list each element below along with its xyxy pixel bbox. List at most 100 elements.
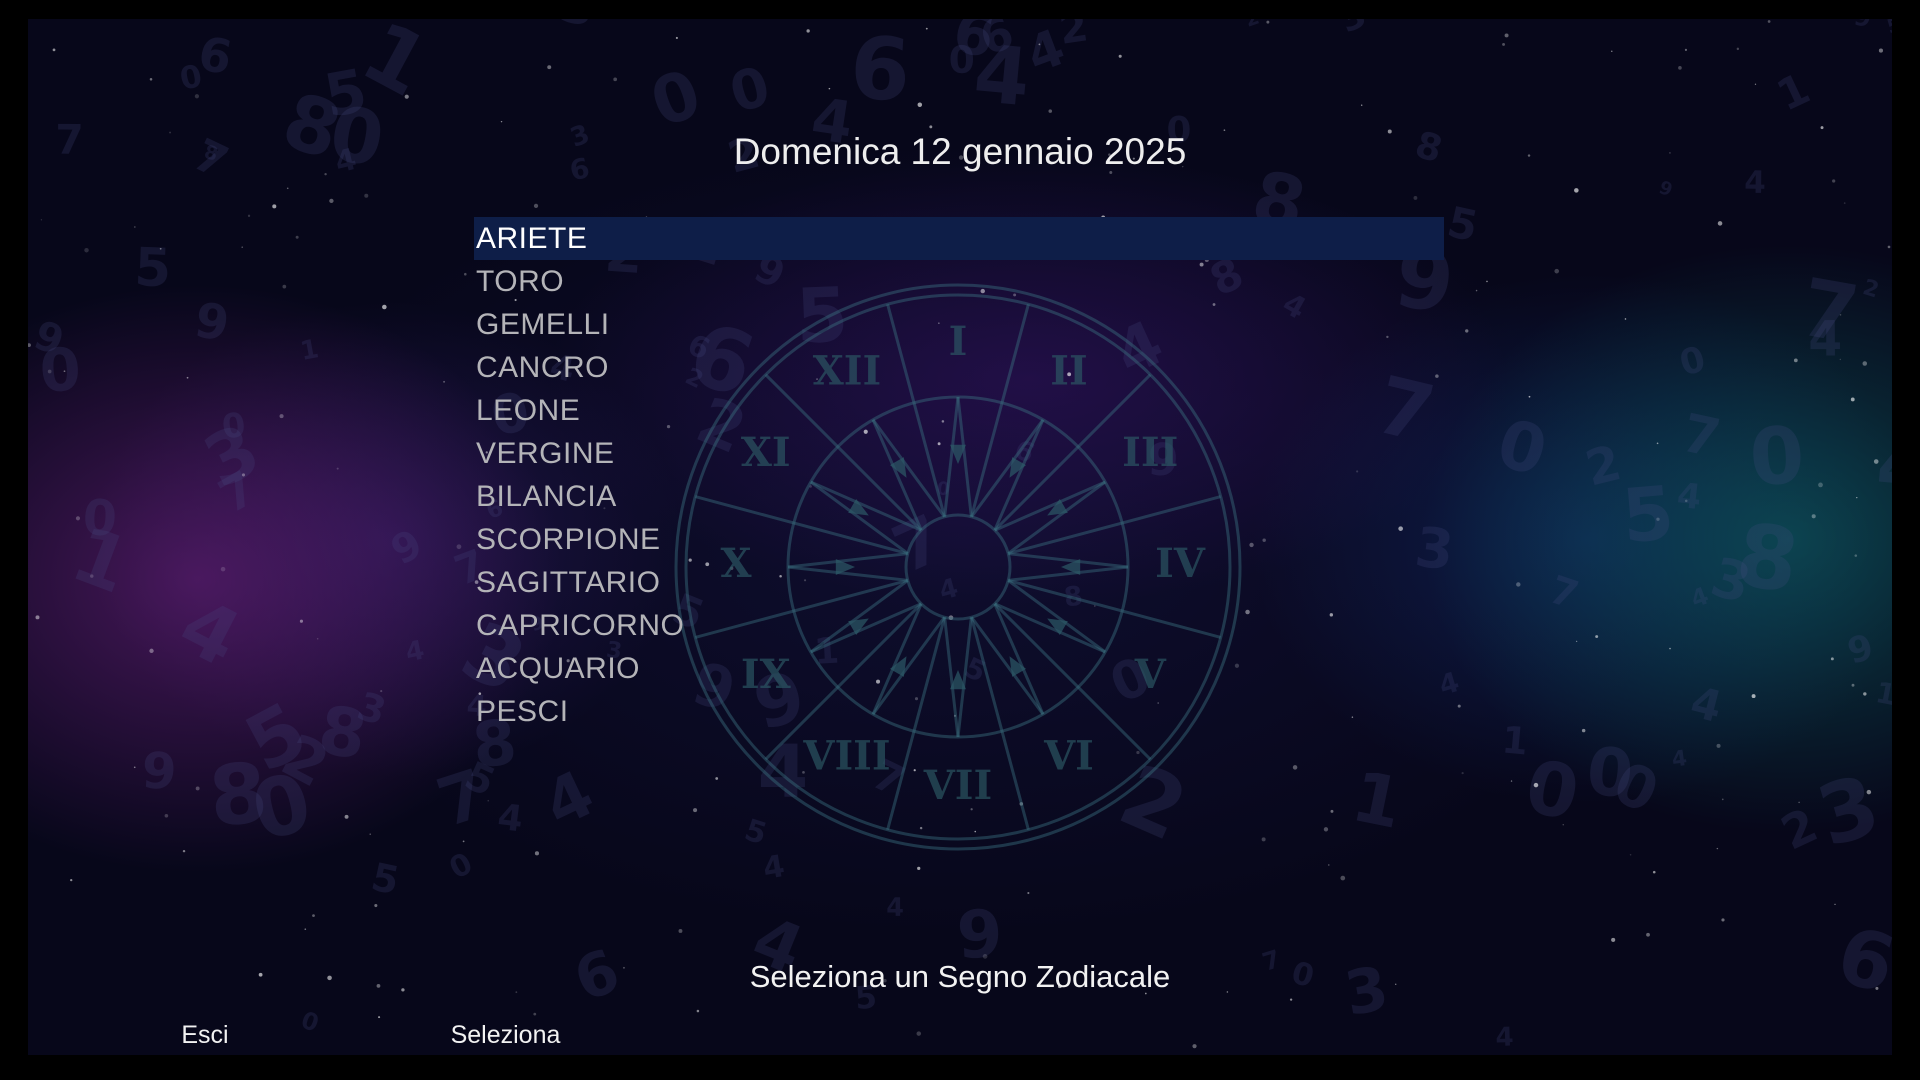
background-digit: 5: [1884, 19, 1892, 38]
background-star: [1575, 640, 1578, 643]
tv-screen: 4444154724464286290408010147780969786441…: [0, 0, 1920, 1080]
background-star: [806, 29, 810, 33]
background-star: [1461, 772, 1464, 775]
wheel-numeral: VIII: [802, 732, 890, 779]
select-button-label: Seleziona: [450, 1021, 561, 1049]
background-star: [1854, 554, 1858, 557]
background-star: [1767, 20, 1771, 23]
background-star: [1516, 582, 1521, 587]
background-star: [299, 619, 303, 623]
background-star: [35, 615, 40, 620]
zodiac-sign-list[interactable]: ARIETE TORO GEMELLI CANCRO LEONE VERGINE…: [474, 217, 1444, 733]
background-digit: 4: [1873, 419, 1892, 516]
select-button[interactable]: Seleziona: [360, 1019, 651, 1055]
background-digit: 1: [298, 334, 321, 367]
background-digit: 7: [1794, 261, 1865, 362]
sign-item-acquario[interactable]: ACQUARIO: [474, 647, 1444, 690]
background-star: [1360, 104, 1363, 106]
background-star: [1684, 499, 1688, 503]
background-star: [133, 766, 136, 769]
background-star: [1118, 54, 1122, 58]
background-star: [464, 272, 467, 276]
background-digit: 7: [1544, 567, 1584, 618]
sign-item-gemelli[interactable]: GEMELLI: [474, 303, 1444, 346]
exit-button[interactable]: Esci: [61, 1019, 349, 1055]
background-digit: 0: [81, 489, 118, 548]
background-digit: 4: [165, 581, 253, 685]
background-star: [1562, 824, 1564, 826]
background-digit: 4: [533, 757, 605, 843]
background-star: [1340, 875, 1346, 881]
background-digit: 5: [367, 855, 403, 905]
horoscope-panel: 4444154724464286290408010147780969786441…: [28, 19, 1892, 1055]
background-star: [1798, 801, 1800, 804]
background-star: [675, 36, 678, 40]
background-star: [1554, 268, 1560, 274]
background-star: [1504, 33, 1509, 38]
background-star: [40, 219, 43, 221]
background-star: [1330, 809, 1334, 813]
background-star: [547, 65, 552, 70]
background-star: [1832, 179, 1836, 183]
sign-item-sagittario[interactable]: SAGITTARIO: [474, 561, 1444, 604]
background-star: [1327, 864, 1330, 866]
background-digit: 4: [1675, 476, 1703, 518]
background-star: [1818, 482, 1823, 488]
background-digit: 4: [1670, 746, 1688, 773]
background-star: [90, 574, 94, 578]
background-star: [378, 1016, 381, 1019]
background-star: [1136, 750, 1140, 755]
sign-item-pesci[interactable]: PESCI: [474, 690, 1444, 733]
background-star: [913, 769, 916, 772]
background-star: [1830, 657, 1834, 661]
background-star: [220, 566, 226, 572]
background-star: [195, 786, 200, 791]
background-star: [1684, 48, 1688, 51]
background-star: [1820, 126, 1824, 130]
background-star: [1581, 728, 1586, 733]
background-star: [1678, 66, 1682, 70]
background-star: [1839, 358, 1842, 361]
background-star: [75, 516, 81, 521]
background-star: [1192, 1044, 1197, 1049]
sign-item-capricorno[interactable]: CAPRICORNO: [474, 604, 1444, 647]
background-digit: 9: [140, 741, 178, 801]
background-star: [1038, 43, 1041, 46]
background-star: [369, 833, 371, 835]
background-star: [1465, 329, 1469, 333]
wheel-numeral: VII: [923, 762, 992, 809]
background-star: [1721, 918, 1725, 922]
background-star: [613, 77, 618, 82]
background-star: [1754, 83, 1757, 85]
sign-item-toro[interactable]: TORO: [474, 260, 1444, 303]
background-digit: 9: [1656, 177, 1675, 201]
background-star: [925, 27, 928, 30]
background-star: [1261, 837, 1266, 842]
background-star: [304, 928, 307, 931]
sign-item-cancro[interactable]: CANCRO: [474, 346, 1444, 389]
background-star: [1574, 188, 1579, 193]
background-digit: 5: [133, 237, 172, 299]
background-star: [1736, 47, 1740, 51]
background-star: [1413, 196, 1418, 200]
sign-item-bilancia[interactable]: BILANCIA: [474, 475, 1444, 518]
background-star: [1048, 109, 1053, 113]
sign-item-vergine[interactable]: VERGINE: [474, 432, 1444, 475]
background-star: [182, 849, 186, 853]
background-star: [1866, 789, 1872, 795]
background-star: [715, 777, 719, 780]
background-digit: 6: [847, 19, 913, 122]
background-star: [1834, 903, 1836, 905]
background-star: [247, 214, 251, 217]
sign-item-leone[interactable]: LEONE: [474, 389, 1444, 432]
background-star: [1510, 780, 1513, 782]
sign-item-ariete[interactable]: ARIETE: [474, 217, 1444, 260]
background-star: [149, 78, 153, 81]
background-star: [52, 48, 56, 52]
background-star: [1611, 937, 1616, 942]
sign-item-scorpione[interactable]: SCORPIONE: [474, 518, 1444, 561]
background-star: [364, 193, 369, 198]
background-digit: 4: [495, 797, 525, 841]
background-star: [382, 304, 387, 310]
background-star: [1851, 683, 1855, 687]
